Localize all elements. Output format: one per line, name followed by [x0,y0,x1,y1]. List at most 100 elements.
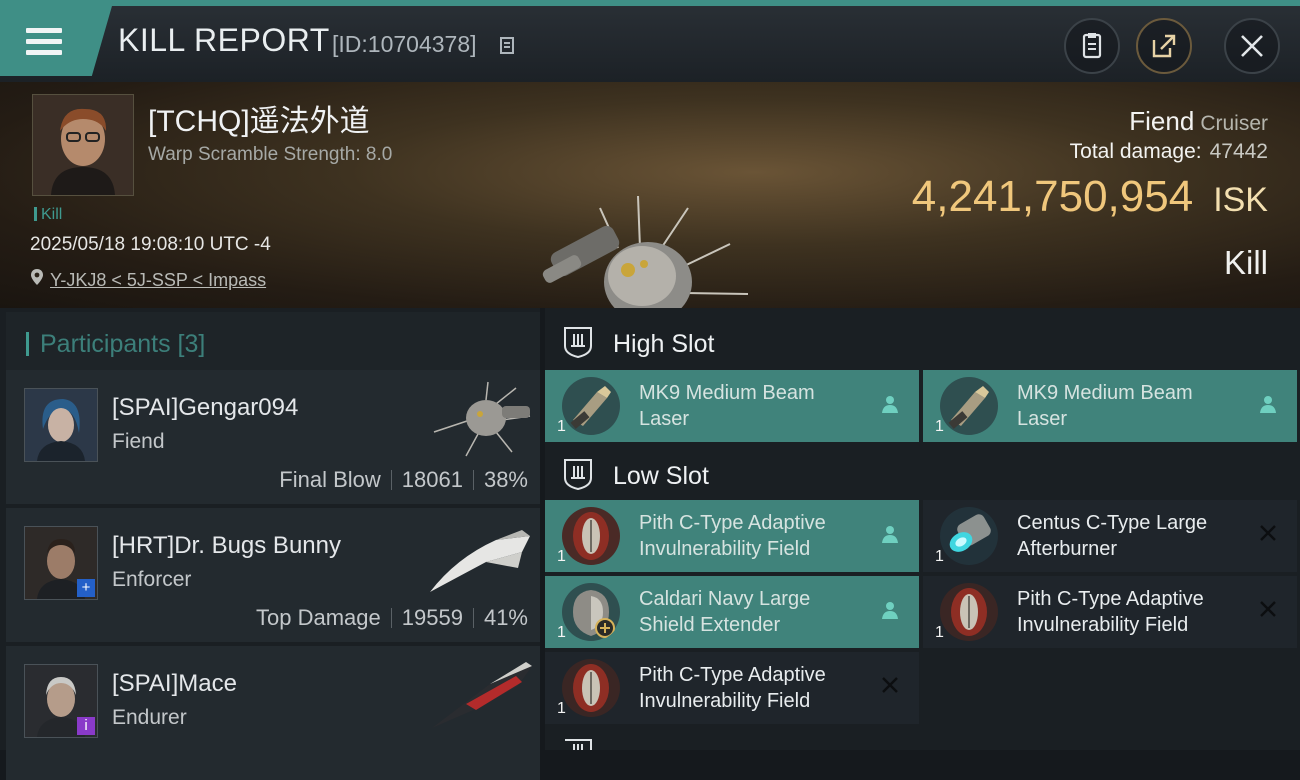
shield-extender-icon [562,583,620,641]
header-accent-strip [0,0,1300,6]
module-slot[interactable]: 1 Centus C-Type Large Afterburner [923,500,1297,572]
module-slot[interactable]: 1 Pith C-Type Adaptive Invulnerability F… [545,652,919,724]
result-label: Kill [1223,244,1268,281]
total-damage-label: Total damage: [1069,140,1202,163]
hamburger-menu-icon [26,28,62,56]
fitted-person-icon [879,394,901,416]
module-name: Pith C-Type Adaptive Invulnerability Fie… [639,664,826,712]
participants-title: Participants [3] [40,330,206,358]
participant-stats: Top Damage 19559 41% [256,605,528,631]
isk-unit: ISK [1213,181,1268,219]
share-button[interactable] [1136,18,1192,74]
high-slot-icon [564,327,592,358]
high-slot-title: High Slot [613,330,715,358]
participant-row[interactable]: + [HRT]Dr. Bugs Bunny Enforcer Top Damag… [6,508,540,642]
victim-name: [TCHQ]遥法外道 [148,105,370,138]
clipboard-button[interactable] [1064,18,1120,74]
participant-ship: Fiend [112,430,165,453]
share-icon [1152,34,1176,58]
header-bar: KILL REPORT [ID:10704378] [0,0,1300,82]
report-id: [ID:10704378] [332,31,477,57]
participant-name: [SPAI]Gengar094 [112,394,299,421]
module-slot[interactable]: 1 MK9 Medium Beam Laser [923,370,1297,442]
participant-percent: 38% [483,467,528,492]
victim-ship: Fiend Cruiser [1129,106,1268,137]
fitted-person-icon [1257,394,1279,416]
module-slot[interactable]: 1 Pith C-Type Adaptive Invulnerability F… [545,500,919,572]
clipboard-icon [1082,33,1102,59]
plus-badge-icon: + [77,579,95,597]
pilot-avatar-icon [33,95,133,195]
warp-scramble-strength: Warp Scramble Strength: 8.0 [148,144,393,165]
info-badge-icon: i [77,717,95,735]
module-quantity: 1 [557,548,566,565]
beam-laser-icon [562,377,620,435]
module-quantity: 1 [557,418,566,435]
module-name: Pith C-Type Adaptive Invulnerability Fie… [639,512,826,560]
close-icon [1241,35,1263,57]
module-slot[interactable]: 1 Pith C-Type Adaptive Invulnerability F… [923,576,1297,648]
fitted-person-icon [879,600,901,622]
invulnerability-field-icon [562,659,620,717]
participant-role: Top Damage [256,605,381,630]
isk-value: 4,241,750,954 ISK [912,172,1268,222]
participants-panel: Participants [3] [SPAI]Gengar094 Fiend F… [0,308,540,780]
participant-name: [HRT]Dr. Bugs Bunny [112,532,341,559]
participant-stats: Final Blow 18061 38% [279,467,528,493]
participant-damage: 18061 [401,467,463,492]
participant-name: [SPAI]Mace [112,670,237,697]
victim-banner: [TCHQ]遥法外道 Warp Scramble Strength: 8.0 K… [0,82,1300,378]
module-name: MK9 Medium Beam Laser [1017,382,1193,430]
pilot-avatar-icon [25,389,97,461]
module-slot[interactable]: 1 MK9 Medium Beam Laser [545,370,919,442]
victim-ship-class: Cruiser [1200,112,1268,135]
participant-percent: 41% [483,605,528,630]
module-quantity: 1 [557,700,566,717]
participant-avatar: + [24,526,98,600]
module-name: Pith C-Type Adaptive Invulnerability Fie… [1017,588,1204,636]
participant-avatar [24,388,98,462]
module-name: MK9 Medium Beam Laser [639,382,815,430]
participant-row[interactable]: [SPAI]Gengar094 Fiend Final Blow 18061 38% [6,370,540,504]
module-slot[interactable]: 1 Caldari Navy Large Shield Extender [545,576,919,648]
total-damage-value: 47442 [1209,140,1268,163]
low-slot-header: Low Slot [545,444,1300,502]
kill-location: Y-JKJ8 < 5J-SSP < Impass [50,270,267,290]
kill-tag: Kill [34,206,62,224]
menu-button[interactable] [0,6,112,76]
total-damage: Total damage: 47442 [1070,140,1268,164]
high-slot-header: High Slot [545,312,1300,370]
isk-amount: 4,241,750,954 [911,172,1194,221]
kill-datetime: 2025/05/18 19:08:10 UTC -4 [30,234,271,255]
afterburner-icon [940,507,998,565]
close-button[interactable] [1224,18,1280,74]
participant-ship-image [433,381,531,457]
destroyed-x-icon [1257,524,1279,546]
beam-laser-icon [940,377,998,435]
destroyed-x-icon [879,676,901,698]
participant-role: Final Blow [279,467,381,492]
invulnerability-field-icon [562,507,620,565]
module-quantity: 1 [935,418,944,435]
fitted-person-icon [879,524,901,546]
kill-location-link[interactable]: Y-JKJ8 < 5J-SSP < Impass [30,268,266,291]
participant-ship-image [430,530,530,592]
destroyed-x-icon [1257,600,1279,622]
module-name: Centus C-Type Large Afterburner [1017,512,1208,560]
mid-slot-icon [565,739,592,750]
victim-portrait[interactable] [32,94,134,196]
copy-id-icon[interactable] [500,35,518,55]
participant-ship-image [432,662,532,728]
participant-ship: Endurer [112,706,187,729]
module-quantity: 1 [935,548,944,565]
location-pin-icon [31,269,43,285]
module-quantity: 1 [935,624,944,641]
participant-avatar: i [24,664,98,738]
participant-ship: Enforcer [112,568,192,591]
participant-row[interactable]: i [SPAI]Mace Endurer [6,646,540,780]
participants-accent-bar [26,332,29,356]
page-title: KILL REPORT [118,22,330,58]
participants-header: Participants [3] [6,312,540,370]
module-name: Caldari Navy Large Shield Extender [639,588,811,636]
fitting-panel: High Slot 1 MK9 Medium Beam Laser 1 MK9 … [545,308,1300,750]
